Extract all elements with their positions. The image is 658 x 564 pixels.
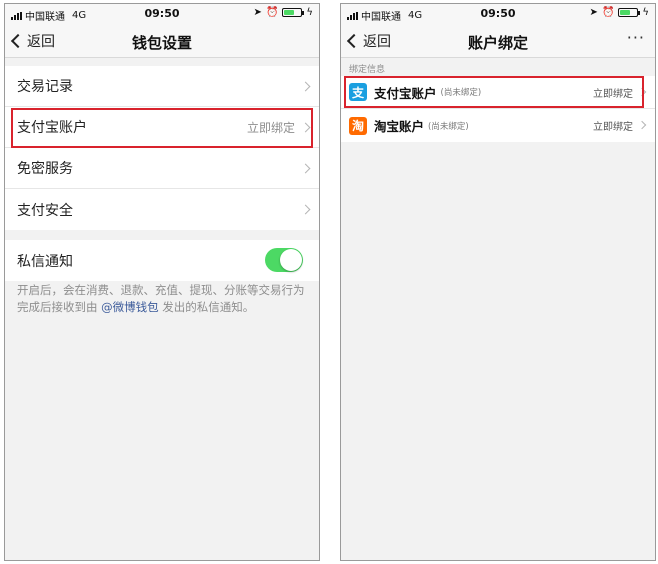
battery-icon — [282, 8, 305, 17]
page-title: 账户绑定 — [467, 34, 528, 52]
chevron-right-icon — [300, 163, 311, 174]
alarm-icon: ⏰ — [601, 7, 615, 18]
account-status: (尚未绑定) — [440, 88, 482, 98]
battery-icon — [618, 8, 641, 17]
battery-level — [620, 10, 631, 15]
location-icon: ➤ — [589, 7, 598, 18]
notification-group: 私信通知 — [5, 240, 319, 281]
section-header: 绑定信息 — [349, 65, 386, 75]
password-free-service-item[interactable]: 免密服务 — [5, 148, 319, 189]
weibo-wallet-link[interactable]: @微博钱包 — [101, 300, 159, 314]
chevron-right-icon — [637, 87, 647, 97]
status-bar: 中国联通 4G 09:50 ➤ ⏰ ϟ — [5, 4, 319, 24]
payment-security-item[interactable]: 支付安全 — [5, 189, 319, 230]
more-icon[interactable]: ··· — [627, 28, 645, 47]
transaction-records-item[interactable]: 交易记录 — [5, 66, 319, 107]
alarm-icon: ⏰ — [265, 7, 279, 18]
notification-toggle[interactable] — [265, 248, 303, 272]
wallet-settings-screen: 中国联通 4G 09:50 ➤ ⏰ ϟ 返回 钱包设置 交易记录 支付宝账户 立… — [4, 3, 320, 561]
account-status: (尚未绑定) — [428, 121, 469, 132]
taobao-icon: 淘 — [349, 116, 367, 135]
chevron-right-icon — [300, 122, 311, 133]
chevron-right-icon — [300, 81, 311, 92]
bind-now-label: 立即绑定 — [593, 122, 633, 133]
status-bar: 中国联通 4G 09:50 ➤ ⏰ ϟ — [341, 4, 655, 24]
private-message-notification-item: 私信通知 — [5, 240, 319, 281]
charging-icon: ϟ — [642, 7, 649, 18]
location-icon: ➤ — [253, 7, 262, 18]
chevron-right-icon — [300, 204, 311, 215]
bind-now-label: 立即绑定 — [246, 120, 295, 135]
alipay-account-row[interactable]: 支 支付宝账户 (尚未绑定) 立即绑定 — [341, 76, 655, 109]
bind-now-label: 立即绑定 — [593, 88, 633, 100]
battery-level — [284, 10, 295, 15]
account-name: 支付宝账户 — [374, 85, 437, 101]
account-name: 淘宝账户 — [374, 119, 425, 134]
account-binding-screen: 中国联通 4G 09:50 ➤ ⏰ ϟ 返回 账户绑定 ··· 绑定信息 支 支… — [340, 3, 656, 561]
nav-bar: 返回 账户绑定 ··· — [341, 24, 655, 58]
taobao-account-row[interactable]: 淘 淘宝账户 (尚未绑定) 立即绑定 — [341, 109, 655, 142]
settings-list: 交易记录 支付宝账户 立即绑定 免密服务 支付安全 — [5, 66, 319, 230]
chevron-right-icon — [637, 120, 647, 130]
alipay-icon: 支 — [349, 83, 367, 101]
nav-bar: 返回 钱包设置 — [5, 24, 319, 58]
page-title: 钱包设置 — [131, 34, 192, 52]
charging-icon: ϟ — [306, 7, 313, 18]
account-list: 支 支付宝账户 (尚未绑定) 立即绑定 淘 淘宝账户 (尚未绑定) 立即绑定 — [341, 76, 655, 142]
notification-description: 开启后，会在消费、退款、充值、提现、分账等交易行为完成后接收到由 @微博钱包 发… — [17, 283, 305, 314]
alipay-account-item[interactable]: 支付宝账户 立即绑定 — [5, 107, 319, 148]
